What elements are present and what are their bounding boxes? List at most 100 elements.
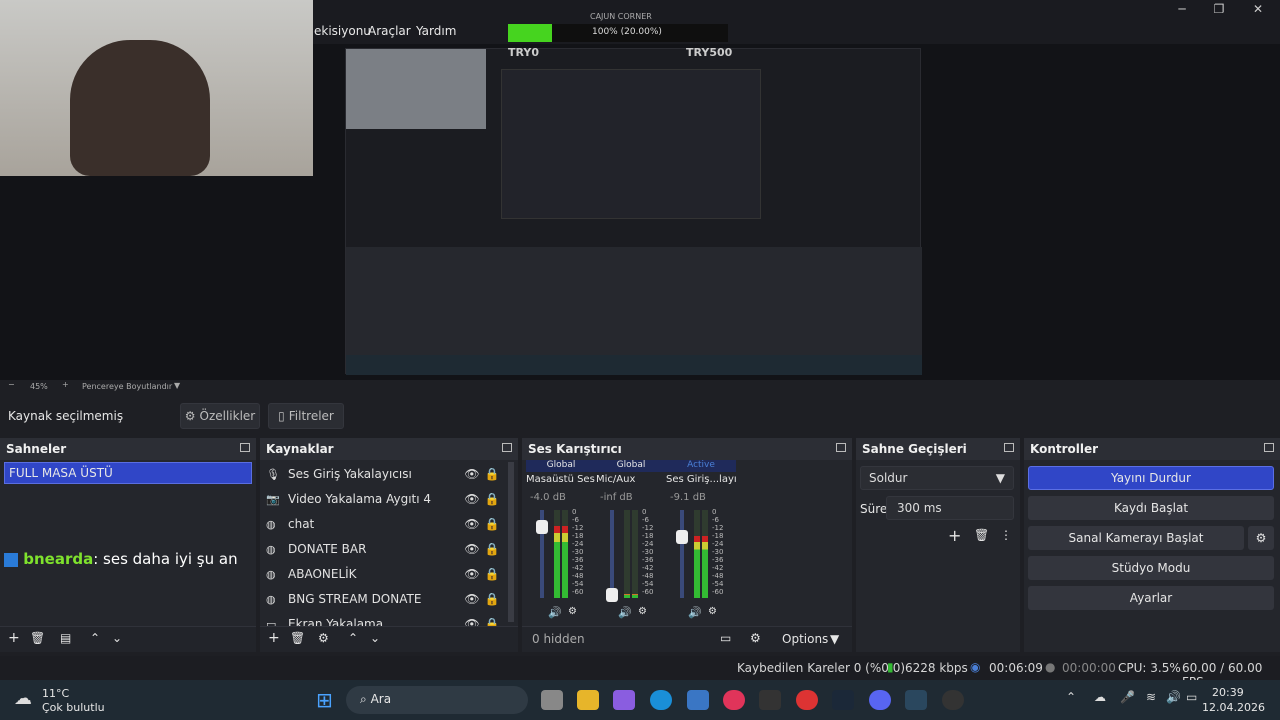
add-icon[interactable]: + xyxy=(948,526,961,545)
menu-item-tools-partial[interactable]: ekisiyonu xyxy=(314,24,371,38)
channel-name[interactable]: Masaüstü Ses xyxy=(526,474,596,485)
gear-icon[interactable]: ⚙ xyxy=(638,606,647,617)
eye-icon[interactable]: 👁 xyxy=(462,567,482,581)
overlay-title: CAJUN CORNER xyxy=(590,12,652,21)
source-item[interactable]: ◍ chat 👁 🔒 xyxy=(266,512,502,536)
windows-icon[interactable]: ⊞ xyxy=(316,688,333,712)
cloud-icon[interactable]: ☁ xyxy=(1094,690,1106,704)
volume-handle[interactable] xyxy=(676,530,688,545)
volume-slider[interactable] xyxy=(680,510,684,598)
mic-icon[interactable]: 🎤 xyxy=(1120,690,1135,704)
source-item[interactable]: 📷 Video Yakalama Aygıtı 4 👁 🔒 xyxy=(266,487,502,511)
popout-icon[interactable] xyxy=(240,443,250,452)
speaker-icon[interactable]: 🔊 xyxy=(688,606,702,619)
minimize-icon[interactable]: ─ xyxy=(1162,2,1202,20)
gear-icon[interactable]: ⚙ xyxy=(568,606,577,617)
chevron-up-icon[interactable]: ⌃ xyxy=(1066,690,1076,704)
trash-icon[interactable]: 🗑 xyxy=(30,631,45,645)
lock-icon[interactable]: 🔒 xyxy=(482,567,502,581)
lock-icon[interactable]: 🔒 xyxy=(482,492,502,506)
channel-name[interactable]: Ses Giriş...layıcısı xyxy=(666,474,736,485)
duration-input[interactable]: 300 ms xyxy=(886,496,1014,520)
speaker-icon[interactable]: 🔊 xyxy=(618,606,632,619)
weather-icon[interactable]: ☁ xyxy=(14,688,32,709)
source-item[interactable]: ◍ BNG STREAM DONATE 👁 🔒 xyxy=(266,587,502,611)
volume-icon[interactable]: 🔊 xyxy=(1166,690,1181,704)
store-icon[interactable] xyxy=(687,690,709,710)
settings-button[interactable]: Ayarlar xyxy=(1028,586,1274,610)
scrollbar[interactable] xyxy=(508,462,514,622)
copilot-icon[interactable] xyxy=(613,690,635,710)
zoom-mode[interactable]: Pencereye Boyutlandır xyxy=(82,382,172,391)
popout-icon[interactable] xyxy=(1004,443,1014,452)
source-item[interactable]: ◍ ABAONELİK 👁 🔒 xyxy=(266,562,502,586)
channel-name[interactable]: Mic/Aux xyxy=(596,474,666,485)
gear-icon[interactable]: ⚙ xyxy=(750,631,761,645)
zoom-out-icon[interactable]: − xyxy=(8,380,15,389)
obs-icon[interactable] xyxy=(942,690,964,710)
edge-icon[interactable] xyxy=(650,690,672,710)
gear-icon[interactable]: ⚙ xyxy=(708,606,717,617)
epic-games-icon[interactable] xyxy=(759,690,781,710)
transition-select[interactable]: Soldur ▼ xyxy=(860,466,1014,490)
maximize-icon[interactable]: ❐ xyxy=(1199,2,1239,20)
steam-alt-icon[interactable] xyxy=(905,690,927,710)
speaker-icon[interactable]: 🔊 xyxy=(548,606,562,619)
layout-icon[interactable]: ▭ xyxy=(720,631,731,645)
scene-item[interactable]: FULL MASA ÜSTÜ xyxy=(4,462,252,484)
zoom-in-icon[interactable]: + xyxy=(62,380,69,389)
steam-icon[interactable] xyxy=(832,690,854,710)
chevron-down-icon[interactable]: ▼ xyxy=(174,381,180,390)
filter-icon[interactable]: ▤ xyxy=(60,631,71,645)
gear-icon[interactable]: ⚙ xyxy=(1248,526,1274,550)
gear-icon[interactable]: ⚙ xyxy=(318,631,329,645)
taskbar-search[interactable]: ⌕ Ara xyxy=(346,686,528,714)
trash-icon[interactable]: 🗑 xyxy=(974,528,989,542)
menu-item-tools[interactable]: Araçlar xyxy=(368,24,411,38)
eye-icon[interactable]: 👁 xyxy=(462,592,482,606)
meter-tick: 0 xyxy=(572,508,577,516)
source-item[interactable]: ◍ DONATE BAR 👁 🔒 xyxy=(266,537,502,561)
studio-mode-button[interactable]: Stüdyo Modu xyxy=(1028,556,1274,580)
lock-icon[interactable]: 🔒 xyxy=(482,592,502,606)
properties-button[interactable]: ⚙ Özellikler xyxy=(180,403,260,429)
popout-icon[interactable] xyxy=(1264,443,1274,452)
eye-icon[interactable]: 👁 xyxy=(462,517,482,531)
popout-icon[interactable] xyxy=(836,443,846,452)
move-up-icon[interactable]: ⌃ xyxy=(90,631,100,645)
chrome-icon[interactable] xyxy=(796,690,818,710)
volume-handle[interactable] xyxy=(606,587,618,602)
file-explorer-icon[interactable] xyxy=(577,690,599,710)
popout-icon[interactable] xyxy=(502,443,512,452)
filters-button[interactable]: ▯ Filtreler xyxy=(268,403,344,429)
add-icon[interactable]: + xyxy=(268,630,280,646)
menu-item-help[interactable]: Yardım xyxy=(416,24,456,38)
volume-handle[interactable] xyxy=(536,519,548,534)
lock-icon[interactable]: 🔒 xyxy=(482,517,502,531)
volume-slider[interactable] xyxy=(610,510,614,598)
more-icon[interactable]: ⋮ xyxy=(1000,528,1012,542)
source-item[interactable]: 🎙 Ses Giriş Yakalayıcısı 👁 🔒 xyxy=(266,462,502,486)
eye-icon[interactable]: 👁 xyxy=(462,492,482,506)
start-virtual-camera-button[interactable]: Sanal Kamerayı Başlat xyxy=(1028,526,1244,550)
discord-icon[interactable] xyxy=(869,690,891,710)
taskview-icon[interactable] xyxy=(541,690,563,710)
trash-icon[interactable]: 🗑 xyxy=(290,631,305,645)
eye-icon[interactable]: 👁 xyxy=(462,542,482,556)
move-down-icon[interactable]: ⌄ xyxy=(370,631,380,645)
lock-icon[interactable]: 🔒 xyxy=(482,542,502,556)
chevron-down-icon[interactable]: ▼ xyxy=(830,632,839,646)
wifi-icon[interactable]: ≋ xyxy=(1146,690,1156,704)
options-button[interactable]: Options xyxy=(782,632,828,646)
battery-icon[interactable]: ▭ xyxy=(1186,690,1197,704)
lock-icon[interactable]: 🔒 xyxy=(482,467,502,481)
add-icon[interactable]: + xyxy=(8,630,20,646)
start-recording-button[interactable]: Kaydı Başlat xyxy=(1028,496,1274,520)
eye-icon[interactable]: 👁 xyxy=(462,467,482,481)
hidden-count: 0 hidden xyxy=(532,632,585,646)
move-down-icon[interactable]: ⌄ xyxy=(112,631,122,645)
media-player-icon[interactable] xyxy=(723,690,745,710)
close-icon[interactable]: ✕ xyxy=(1238,2,1278,20)
move-up-icon[interactable]: ⌃ xyxy=(348,631,358,645)
stop-stream-button[interactable]: Yayını Durdur xyxy=(1028,466,1274,490)
